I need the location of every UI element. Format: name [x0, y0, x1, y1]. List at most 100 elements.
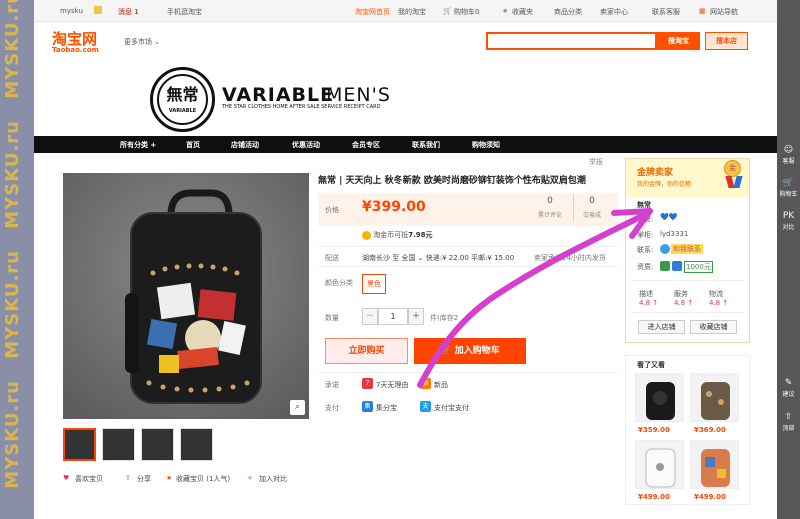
nav-item-promotions[interactable]: 优惠活动 — [292, 140, 320, 150]
customer-service-tool[interactable]: ☺ 客服 — [777, 145, 800, 165]
user-level-icon — [94, 6, 102, 14]
owner-name[interactable]: lyd3331 — [660, 230, 688, 238]
reviews-label[interactable]: 累计评论 — [530, 210, 570, 219]
enter-store-button[interactable]: 进入店铺 — [638, 320, 685, 334]
watermark-strip: MYSKU.ru MYSKU.ru MYSKU.ru MYSKU.ru — [0, 0, 34, 519]
deposit-icon — [672, 261, 682, 271]
quantity-input[interactable]: 1 — [378, 308, 408, 325]
nav-item-shopping-notice[interactable]: 购物须知 — [472, 140, 500, 150]
color-label: 颜色分类 — [325, 279, 353, 287]
coin-value: 7.98元 — [408, 231, 433, 239]
divider — [318, 266, 618, 267]
promise-seven-days[interactable]: 7天无理由 — [376, 380, 408, 390]
reviews-count: 0 — [547, 196, 553, 206]
also-viewed-item-image[interactable] — [690, 373, 739, 422]
star-icon: ★ — [502, 7, 509, 15]
also-viewed-price: ¥499.00 — [638, 493, 670, 501]
gold-seller-title: 金牌卖家 — [637, 168, 674, 178]
my-taobao-link[interactable]: 我的淘宝 — [398, 7, 426, 17]
backpack-thumbnail — [636, 374, 683, 421]
nav-item-contact[interactable]: 联系我们 — [412, 140, 440, 150]
search-input[interactable] — [486, 32, 657, 50]
report-link[interactable]: 举报 — [589, 157, 603, 167]
site-nav-link[interactable]: 网站导航 — [710, 7, 738, 17]
payment-alipay[interactable]: 支付宝支付 — [434, 403, 469, 413]
cart-icon[interactable]: 🛒 — [443, 7, 452, 15]
add-to-cart-button[interactable]: 🛒 加入购物车 — [414, 338, 526, 364]
edit-icon: ✎ — [784, 378, 793, 388]
also-viewed-item-image[interactable] — [690, 440, 739, 489]
mobile-taobao-link[interactable]: 手机逛淘宝 — [167, 7, 202, 17]
categories-link[interactable]: 商品分类 — [554, 7, 582, 17]
watermark-text: MYSKU.ru — [2, 380, 23, 489]
share-icon: ⇪ — [125, 474, 131, 482]
chevron-down-icon: ⌄ — [154, 38, 161, 46]
site-nav-icon: ▦ — [699, 7, 706, 15]
search-store-button[interactable]: 搜本店 — [705, 32, 748, 50]
share-link[interactable]: 分享 — [137, 474, 151, 484]
chat-icon: ☺ — [783, 145, 794, 155]
shop-logo-en: VARIABLE — [168, 108, 197, 114]
thumbnail-2[interactable] — [102, 428, 135, 461]
dsr-description-value: 4.8 ↑ — [639, 299, 659, 307]
backpack-image — [63, 173, 309, 419]
trades-count: 0 — [589, 196, 595, 206]
suggest-tool[interactable]: ✎ 建议 — [777, 378, 800, 398]
shield-icon — [660, 261, 670, 271]
like-item-link[interactable]: 喜欢宝贝 — [75, 474, 103, 484]
messages-link[interactable]: 消息 1 — [118, 7, 139, 17]
contact-seller-button[interactable]: 和我联系 — [671, 244, 703, 254]
alipay-icon: 支 — [420, 401, 431, 412]
right-tool-bar: ☺ 客服 🛒 购物车 PK 对比 ✎ 建议 ⇧ 顶部 — [777, 0, 800, 519]
payment-jifenbao[interactable]: 集分宝 — [376, 403, 397, 413]
also-viewed-item-image[interactable] — [635, 373, 684, 422]
backpack-thumbnail — [691, 374, 738, 421]
thumbnail-3[interactable] — [141, 428, 174, 461]
product-main-image[interactable] — [63, 173, 309, 419]
shipping-note: 卖家承诺24小时内发货 — [534, 254, 606, 262]
add-compare-link[interactable]: 加入对比 — [259, 474, 287, 484]
back-to-top-label: 顶部 — [782, 425, 795, 432]
more-markets-dropdown[interactable]: 更多市场 ⌄ — [124, 37, 160, 47]
buy-now-button[interactable]: 立即购买 — [325, 338, 408, 364]
cart-tool[interactable]: 🛒 购物车 — [777, 178, 800, 198]
nav-item-members[interactable]: 会员专区 — [352, 140, 380, 150]
coin-icon — [362, 230, 371, 240]
user-name[interactable]: mysku — [60, 7, 83, 15]
watermark-text: MYSKU.ru — [2, 120, 23, 229]
nav-item-all-categories[interactable]: 所有分类 + — [120, 140, 156, 150]
price-label: 价格 — [325, 206, 339, 214]
compare-icon: PK — [782, 211, 795, 221]
color-option-black[interactable]: 黑色 — [362, 274, 386, 294]
shop-logo[interactable]: 無常 VARIABLE — [150, 67, 215, 132]
back-to-top-tool[interactable]: ⇧ 顶部 — [777, 412, 800, 432]
qualification-label: 资质: — [637, 263, 654, 271]
quantity-decrease-button[interactable]: − — [362, 308, 378, 325]
quantity-increase-button[interactable]: + — [408, 308, 424, 325]
zoom-icon[interactable]: ⌕ — [290, 400, 305, 415]
also-viewed-item-image[interactable] — [635, 440, 684, 489]
taobao-home-link[interactable]: 淘宝网首页 — [355, 7, 390, 17]
contact-service-link[interactable]: 联系客服 — [652, 7, 680, 17]
cart-link[interactable]: 购物车0 — [454, 7, 479, 17]
payment-label: 支付 — [325, 404, 339, 412]
divider — [632, 280, 744, 281]
shipping-info[interactable]: 湖南长沙 至 全国 ⌄ 快递:¥ 22.00 平邮:¥ 15.00 — [362, 253, 514, 263]
thumbnail-1[interactable] — [63, 428, 96, 461]
promise-new[interactable]: 新品 — [434, 380, 448, 390]
search-taobao-button[interactable]: 搜淘宝 — [657, 32, 700, 50]
product-title: 無常 | 天天向上 秋冬新款 欧美时尚磨砂铆钉装饰个性布贴双肩包潮 — [318, 176, 586, 186]
thumbnail-4[interactable] — [180, 428, 213, 461]
nav-item-home[interactable]: 首页 — [186, 140, 200, 150]
seller-name[interactable]: 無常 — [637, 200, 651, 210]
favorites-link[interactable]: 收藏夹 — [512, 7, 533, 17]
compare-tool[interactable]: PK 对比 — [777, 211, 800, 231]
favorite-store-button[interactable]: 收藏店铺 — [690, 320, 737, 334]
seller-center-link[interactable]: 卖家中心 — [600, 7, 628, 17]
favorite-item-link[interactable]: 收藏宝贝 (1人气) — [176, 474, 230, 484]
nav-item-store-events[interactable]: 店铺活动 — [231, 140, 259, 150]
dsr-service-label: 服务 — [674, 290, 688, 298]
heart-icon: ♥ — [63, 474, 70, 482]
more-markets-label: 更多市场 — [124, 38, 152, 46]
brand-name-light: MEN'S — [326, 84, 391, 106]
